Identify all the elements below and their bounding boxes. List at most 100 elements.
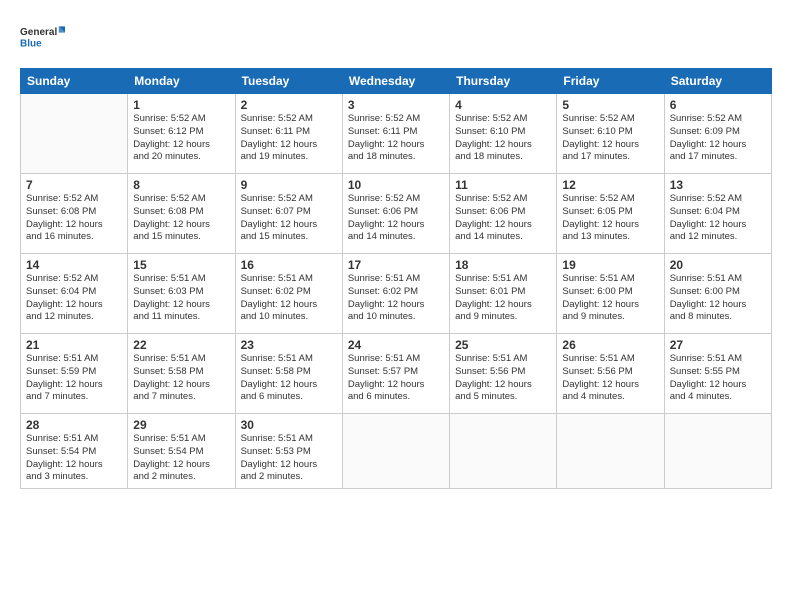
calendar-cell: 22Sunrise: 5:51 AM Sunset: 5:58 PM Dayli… <box>128 334 235 414</box>
day-number: 19 <box>562 258 658 272</box>
day-info: Sunrise: 5:52 AM Sunset: 6:04 PM Dayligh… <box>670 193 766 244</box>
day-info: Sunrise: 5:52 AM Sunset: 6:08 PM Dayligh… <box>133 193 229 244</box>
svg-text:General: General <box>20 27 57 38</box>
day-info: Sunrise: 5:51 AM Sunset: 5:59 PM Dayligh… <box>26 353 122 404</box>
calendar-week-row: 28 Sunrise: 5:51 AM Sunset: 5:54 PM Dayli… <box>21 414 772 489</box>
day-number: 4 <box>455 98 551 112</box>
day-number: 9 <box>241 178 337 192</box>
day-info: Sunrise: 5:51 AM Sunset: 6:02 PM Dayligh… <box>241 273 337 324</box>
day-info: Sunrise: 5:51 AM Sunset: 6:03 PM Dayligh… <box>133 273 229 324</box>
day-number: 16 <box>241 258 337 272</box>
calendar-header-thursday: Thursday <box>450 69 557 94</box>
day-info: Sunrise: 5:52 AM Sunset: 6:07 PM Dayligh… <box>241 193 337 244</box>
calendar-week-row: 21Sunrise: 5:51 AM Sunset: 5:59 PM Dayli… <box>21 334 772 414</box>
calendar-cell: 30Sunrise: 5:51 AM Sunset: 5:53 PM Dayli… <box>235 414 342 489</box>
calendar-cell: 24Sunrise: 5:51 AM Sunset: 5:57 PM Dayli… <box>342 334 449 414</box>
calendar: SundayMondayTuesdayWednesdayThursdayFrid… <box>20 68 772 489</box>
day-number: 17 <box>348 258 444 272</box>
calendar-cell: 12Sunrise: 5:52 AM Sunset: 6:05 PM Dayli… <box>557 174 664 254</box>
calendar-header-wednesday: Wednesday <box>342 69 449 94</box>
day-info: Sunrise: 5:51 AM Sunset: 5:57 PM Dayligh… <box>348 353 444 404</box>
calendar-cell: 6Sunrise: 5:52 AM Sunset: 6:09 PM Daylig… <box>664 94 771 174</box>
day-number: 22 <box>133 338 229 352</box>
calendar-week-row: 14Sunrise: 5:52 AM Sunset: 6:04 PM Dayli… <box>21 254 772 334</box>
calendar-cell: 21Sunrise: 5:51 AM Sunset: 5:59 PM Dayli… <box>21 334 128 414</box>
day-info: Sunrise: 5:52 AM Sunset: 6:11 PM Dayligh… <box>348 113 444 164</box>
day-info: Sunrise: 5:51 AM Sunset: 5:55 PM Dayligh… <box>670 353 766 404</box>
day-number: 8 <box>133 178 229 192</box>
day-number: 2 <box>241 98 337 112</box>
calendar-cell: 14Sunrise: 5:52 AM Sunset: 6:04 PM Dayli… <box>21 254 128 334</box>
day-info: Sunrise: 5:52 AM Sunset: 6:06 PM Dayligh… <box>348 193 444 244</box>
day-info: Sunrise: 5:52 AM Sunset: 6:10 PM Dayligh… <box>455 113 551 164</box>
day-info: Sunrise: 5:52 AM Sunset: 6:09 PM Dayligh… <box>670 113 766 164</box>
calendar-header-tuesday: Tuesday <box>235 69 342 94</box>
day-number: 27 <box>670 338 766 352</box>
calendar-cell <box>664 414 771 489</box>
calendar-cell: 18Sunrise: 5:51 AM Sunset: 6:01 PM Dayli… <box>450 254 557 334</box>
calendar-cell: 27Sunrise: 5:51 AM Sunset: 5:55 PM Dayli… <box>664 334 771 414</box>
calendar-cell: 2Sunrise: 5:52 AM Sunset: 6:11 PM Daylig… <box>235 94 342 174</box>
day-number: 7 <box>26 178 122 192</box>
svg-text:Blue: Blue <box>20 38 42 49</box>
calendar-cell: 10Sunrise: 5:52 AM Sunset: 6:06 PM Dayli… <box>342 174 449 254</box>
day-number: 6 <box>670 98 766 112</box>
calendar-cell: 7Sunrise: 5:52 AM Sunset: 6:08 PM Daylig… <box>21 174 128 254</box>
day-info: Sunrise: 5:52 AM Sunset: 6:11 PM Dayligh… <box>241 113 337 164</box>
calendar-cell: 28Sunrise: 5:51 AM Sunset: 5:54 PM Dayli… <box>21 414 128 489</box>
calendar-cell: 25Sunrise: 5:51 AM Sunset: 5:56 PM Dayli… <box>450 334 557 414</box>
calendar-cell: 4Sunrise: 5:52 AM Sunset: 6:10 PM Daylig… <box>450 94 557 174</box>
calendar-cell: 8Sunrise: 5:52 AM Sunset: 6:08 PM Daylig… <box>128 174 235 254</box>
page-header: General Blue <box>20 16 772 58</box>
day-info: Sunrise: 5:52 AM Sunset: 6:05 PM Dayligh… <box>562 193 658 244</box>
day-info: Sunrise: 5:51 AM Sunset: 6:00 PM Dayligh… <box>670 273 766 324</box>
calendar-cell <box>450 414 557 489</box>
calendar-cell: 3Sunrise: 5:52 AM Sunset: 6:11 PM Daylig… <box>342 94 449 174</box>
calendar-cell: 26Sunrise: 5:51 AM Sunset: 5:56 PM Dayli… <box>557 334 664 414</box>
calendar-header-sunday: Sunday <box>21 69 128 94</box>
day-number: 29 <box>133 418 229 432</box>
day-number: 20 <box>670 258 766 272</box>
day-number: 3 <box>348 98 444 112</box>
calendar-cell <box>21 94 128 174</box>
day-number: 12 <box>562 178 658 192</box>
calendar-cell: 15Sunrise: 5:51 AM Sunset: 6:03 PM Dayli… <box>128 254 235 334</box>
day-number: 5 <box>562 98 658 112</box>
day-number: 26 <box>562 338 658 352</box>
day-number: 10 <box>348 178 444 192</box>
day-number: 24 <box>348 338 444 352</box>
calendar-cell: 5Sunrise: 5:52 AM Sunset: 6:10 PM Daylig… <box>557 94 664 174</box>
day-info: Sunrise: 5:52 AM Sunset: 6:12 PM Dayligh… <box>133 113 229 164</box>
calendar-week-row: 1Sunrise: 5:52 AM Sunset: 6:12 PM Daylig… <box>21 94 772 174</box>
calendar-cell: 11Sunrise: 5:52 AM Sunset: 6:06 PM Dayli… <box>450 174 557 254</box>
day-number: 28 <box>26 418 122 432</box>
day-number: 23 <box>241 338 337 352</box>
day-info: Sunrise: 5:51 AM Sunset: 5:56 PM Dayligh… <box>455 353 551 404</box>
day-info: Sunrise: 5:51 AM Sunset: 6:00 PM Dayligh… <box>562 273 658 324</box>
logo-svg: General Blue <box>20 16 70 58</box>
calendar-cell <box>557 414 664 489</box>
calendar-header-row: SundayMondayTuesdayWednesdayThursdayFrid… <box>21 69 772 94</box>
day-info: Sunrise: 5:51 AM Sunset: 5:56 PM Dayligh… <box>562 353 658 404</box>
day-info: Sunrise: 5:52 AM Sunset: 6:10 PM Dayligh… <box>562 113 658 164</box>
calendar-cell: 19Sunrise: 5:51 AM Sunset: 6:00 PM Dayli… <box>557 254 664 334</box>
day-info: Sunrise: 5:52 AM Sunset: 6:04 PM Dayligh… <box>26 273 122 324</box>
day-number: 1 <box>133 98 229 112</box>
calendar-cell: 13Sunrise: 5:52 AM Sunset: 6:04 PM Dayli… <box>664 174 771 254</box>
calendar-week-row: 7Sunrise: 5:52 AM Sunset: 6:08 PM Daylig… <box>21 174 772 254</box>
logo: General Blue <box>20 16 70 58</box>
calendar-header-friday: Friday <box>557 69 664 94</box>
calendar-cell: 20Sunrise: 5:51 AM Sunset: 6:00 PM Dayli… <box>664 254 771 334</box>
day-info: Sunrise: 5:52 AM Sunset: 6:06 PM Dayligh… <box>455 193 551 244</box>
calendar-header-saturday: Saturday <box>664 69 771 94</box>
day-number: 25 <box>455 338 551 352</box>
calendar-cell <box>342 414 449 489</box>
day-info: Sunrise: 5:52 AM Sunset: 6:08 PM Dayligh… <box>26 193 122 244</box>
day-info: Sunrise: 5:51 AM Sunset: 6:01 PM Dayligh… <box>455 273 551 324</box>
day-number: 14 <box>26 258 122 272</box>
day-number: 21 <box>26 338 122 352</box>
day-info: Sunrise: 5:51 AM Sunset: 5:54 PM Dayligh… <box>133 433 229 484</box>
calendar-cell: 9Sunrise: 5:52 AM Sunset: 6:07 PM Daylig… <box>235 174 342 254</box>
day-number: 11 <box>455 178 551 192</box>
calendar-cell: 1Sunrise: 5:52 AM Sunset: 6:12 PM Daylig… <box>128 94 235 174</box>
